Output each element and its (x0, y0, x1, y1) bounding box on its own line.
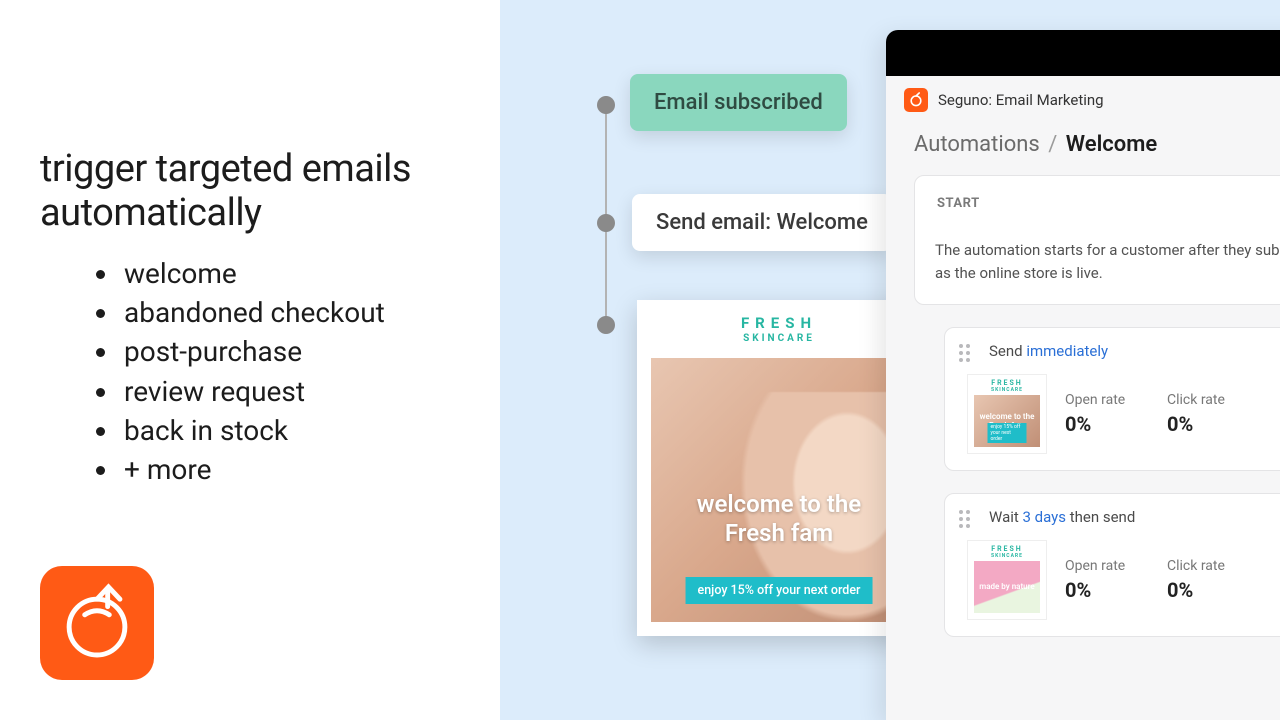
browser-chrome (886, 30, 1280, 76)
app-icon (904, 88, 928, 112)
timeline-node-action: Send email: Welcome (632, 194, 892, 251)
metric-click-rate: Click rate 0% (1167, 558, 1251, 602)
breadcrumb: Automations / Welcome (886, 124, 1280, 175)
drag-handle-icon[interactable] (959, 344, 975, 360)
email-hero-image: welcome to the Fresh fam enjoy 15% off y… (651, 358, 907, 622)
feature-bullet: abandoned checkout (120, 293, 385, 332)
email-thumbnail[interactable]: FRESHSKINCARE made by nature (967, 540, 1047, 620)
metric-open-rate: Open rate 0% (1065, 392, 1149, 436)
feature-bullet: review request (120, 372, 385, 411)
feature-bullet-list: welcome abandoned checkout post-purchase… (98, 254, 385, 489)
automation-step[interactable]: Send immediately FRESHSKINCARE welcome t… (944, 327, 1280, 471)
step-heading: Wait 3 days then send (989, 508, 1280, 526)
email-preview-card: FRESH SKINCARE welcome to the Fresh fam … (637, 300, 921, 636)
app-window: Seguno: Email Marketing Automations / We… (886, 30, 1280, 720)
email-hero-line: welcome to the (697, 490, 861, 518)
email-thumbnail[interactable]: FRESHSKINCARE welcome to the Fresh fam e… (967, 374, 1047, 454)
timeline-dot (597, 214, 615, 232)
automation-step[interactable]: Wait 3 days then send FRESHSKINCARE made… (944, 493, 1280, 637)
breadcrumb-root[interactable]: Automations (914, 132, 1040, 157)
metric-click-rate: Click rate 0% (1167, 392, 1251, 436)
step-timing-link[interactable]: 3 days (1023, 508, 1067, 526)
start-label: START (937, 196, 1280, 211)
headline: trigger targeted emails automatically (40, 148, 470, 235)
email-hero-line: Fresh fam (725, 519, 833, 547)
metric-open-rate: Open rate 0% (1065, 558, 1149, 602)
feature-bullet: + more (120, 450, 385, 489)
feature-bullet: welcome (120, 254, 385, 293)
drag-handle-icon[interactable] (959, 510, 975, 526)
timeline-dot (597, 96, 615, 114)
timeline-connector (605, 96, 607, 324)
timeline-dot (597, 316, 615, 334)
app-title: Seguno: Email Marketing (938, 91, 1104, 109)
step-timing-link[interactable]: immediately (1026, 342, 1108, 360)
start-card: START The automation starts for a custom… (914, 175, 1280, 305)
feature-bullet: back in stock (120, 411, 385, 450)
step-heading: Send immediately (989, 342, 1280, 360)
breadcrumb-current: Welcome (1066, 132, 1157, 157)
email-offer-pill: enjoy 15% off your next order (686, 577, 873, 604)
timeline-node-trigger: Email subscribed (630, 74, 847, 131)
email-brand-logo: FRESH SKINCARE (651, 316, 907, 344)
feature-bullet: post-purchase (120, 332, 385, 371)
start-description: The automation starts for a customer aft… (935, 239, 1280, 284)
seguno-logo (40, 566, 154, 680)
